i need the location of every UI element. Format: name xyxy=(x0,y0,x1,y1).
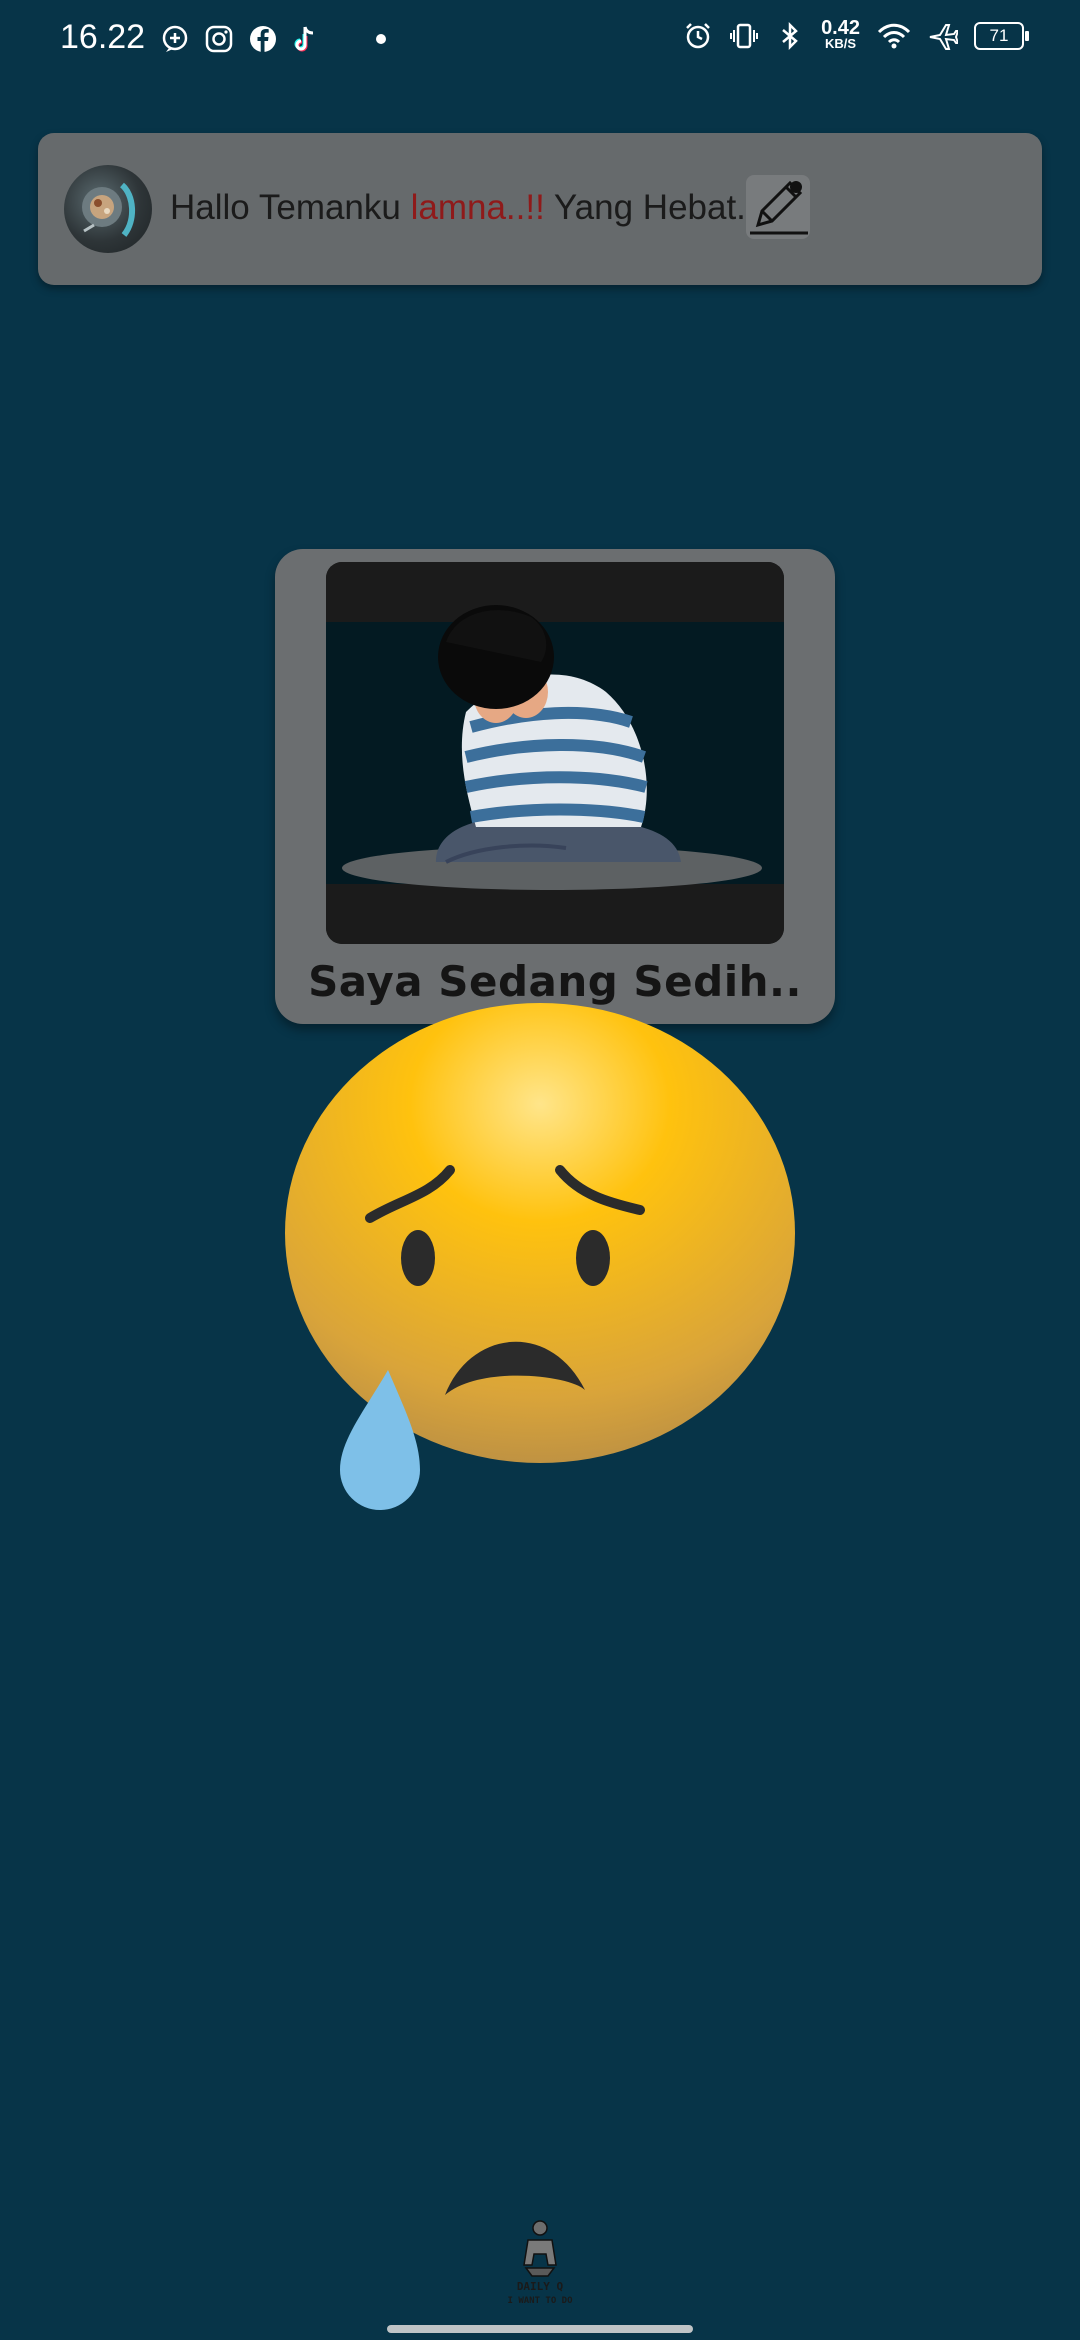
airplane-icon xyxy=(929,24,958,50)
logo-line2: I WANT TO DO xyxy=(507,2296,573,2306)
greeting-text: Hallo Temanku lamna..!! Yang Hebat.. xyxy=(170,188,756,228)
more-notifications-dot xyxy=(376,34,386,44)
greeting-suffix: Yang Hebat.. xyxy=(544,188,756,227)
avatar-image xyxy=(82,182,135,237)
mood-illustration xyxy=(326,562,784,944)
avatar[interactable] xyxy=(64,165,152,253)
instagram-icon xyxy=(205,25,233,53)
tiktok-icon xyxy=(294,26,314,52)
edit-name-button[interactable] xyxy=(746,175,810,239)
daily-q-logo: DAILY Q I WANT TO DO xyxy=(507,2220,573,2306)
status-time: 16.22 xyxy=(60,18,146,56)
sad-boy-illustration xyxy=(326,562,784,944)
notification-icons xyxy=(160,24,386,54)
battery-level: 71 xyxy=(989,26,1009,45)
logo-line1: DAILY Q xyxy=(517,2280,564,2293)
network-speed: 0.42 KB/S xyxy=(821,17,860,52)
network-speed-value: 0.42 xyxy=(821,17,860,39)
bluetooth-icon xyxy=(782,21,798,51)
mood-title: Saya Sedang Sedih.. xyxy=(308,957,802,1006)
battery-icon: 71 xyxy=(974,22,1029,50)
app-screen: 16.22 0.42 KB/S 71 Hallo Temanku lamna..… xyxy=(0,0,1080,2340)
pencil-icon xyxy=(750,180,808,235)
alarm-icon xyxy=(686,23,710,49)
facebook-icon xyxy=(250,26,276,52)
status-bar: 16.22 0.42 KB/S 71 xyxy=(0,0,1080,84)
wifi-icon xyxy=(877,23,911,49)
greeting-prefix: Hallo Temanku xyxy=(170,188,411,227)
user-name: lamna..!! xyxy=(410,188,545,227)
vibrate-icon xyxy=(730,23,759,49)
sad-emoji-icon xyxy=(285,1003,795,1510)
home-indicator[interactable] xyxy=(387,2325,693,2333)
network-speed-unit: KB/S xyxy=(825,36,857,51)
message-plus-icon xyxy=(162,25,188,52)
mood-card[interactable]: Saya Sedang Sedih.. xyxy=(275,549,835,1024)
system-icons: 0.42 KB/S 71 xyxy=(683,17,1029,52)
greeting-card: Hallo Temanku lamna..!! Yang Hebat.. xyxy=(38,133,1042,285)
